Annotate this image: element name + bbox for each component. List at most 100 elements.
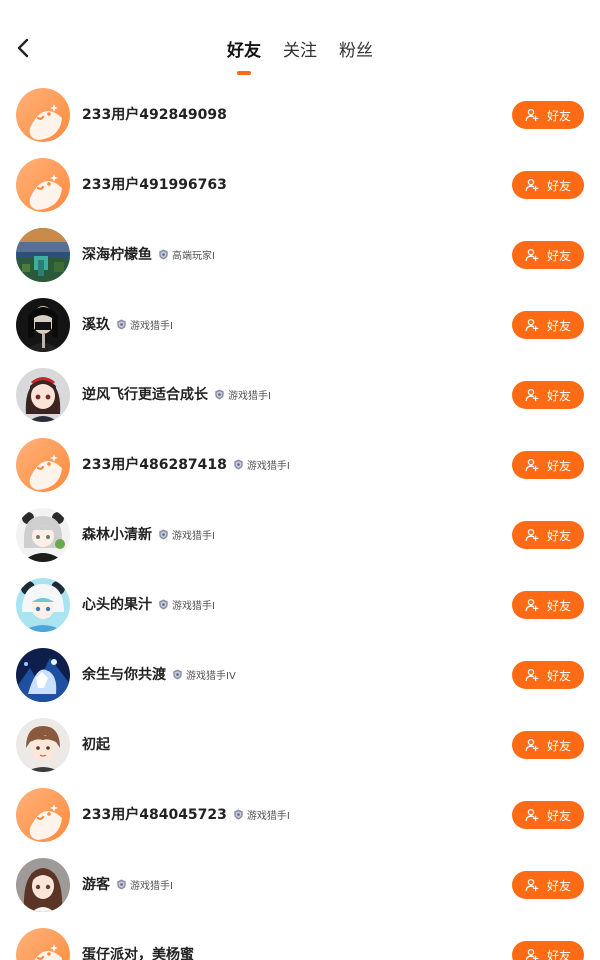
- shield-badge-icon: [233, 459, 247, 470]
- avatar[interactable]: [16, 438, 70, 492]
- friend-status-label: 好友: [546, 948, 571, 960]
- add-user-icon: [525, 458, 543, 472]
- add-user-icon: [525, 108, 543, 122]
- friend-status-button[interactable]: 好友: [512, 101, 584, 129]
- friend-info: 233用户491996763: [82, 174, 227, 194]
- tab-fans[interactable]: 粉丝: [328, 30, 384, 67]
- shield-badge-icon: [233, 809, 247, 820]
- friend-row[interactable]: 溪玖 游戏猎手I 好友: [0, 290, 600, 360]
- avatar[interactable]: [16, 298, 70, 352]
- avatar[interactable]: [16, 858, 70, 912]
- friend-status-button[interactable]: 好友: [512, 451, 584, 479]
- avatar[interactable]: [16, 228, 70, 282]
- level-badge-label: 游戏猎手I: [130, 880, 173, 892]
- add-user-icon: [525, 878, 543, 892]
- avatar[interactable]: [16, 928, 70, 960]
- avatar[interactable]: [16, 158, 70, 212]
- add-user-icon: [525, 248, 543, 262]
- friend-name: 233用户484045723: [82, 807, 227, 823]
- avatar[interactable]: [16, 508, 70, 562]
- friend-name: 游客: [82, 877, 110, 893]
- friend-name: 心头的果汁: [82, 597, 152, 613]
- friend-status-label: 好友: [546, 738, 571, 753]
- avatar[interactable]: [16, 788, 70, 842]
- avatar[interactable]: [16, 368, 70, 422]
- tab-fans-label: 粉丝: [339, 41, 373, 61]
- tab-following[interactable]: 关注: [272, 30, 328, 67]
- friend-info: 逆风飞行更适合成长 游戏猎手I: [82, 384, 271, 404]
- add-user-icon: [525, 948, 543, 960]
- add-user-icon: [525, 808, 543, 822]
- friend-name: 溪玖: [82, 317, 110, 333]
- add-user-icon: [525, 528, 543, 542]
- friend-row[interactable]: 游客 游戏猎手I 好友: [0, 850, 600, 920]
- level-badge: 游戏猎手I: [214, 387, 271, 402]
- add-user-icon: [525, 598, 543, 612]
- friend-name: 233用户491996763: [82, 177, 227, 193]
- friend-status-label: 好友: [546, 458, 571, 473]
- header: 好友 关注 粉丝: [0, 0, 600, 84]
- tab-friends[interactable]: 好友: [216, 30, 272, 75]
- friend-name: 深海柠檬鱼: [82, 247, 152, 263]
- friend-status-button[interactable]: 好友: [512, 591, 584, 619]
- friend-row[interactable]: 233用户486287418 游戏猎手I 好友: [0, 430, 600, 500]
- level-badge: 游戏猎手I: [233, 807, 290, 822]
- shield-badge-icon: [158, 249, 172, 260]
- avatar[interactable]: [16, 88, 70, 142]
- level-badge-label: 高端玩家I: [172, 250, 215, 262]
- friend-row[interactable]: 余生与你共渡 游戏猎手IV 好友: [0, 640, 600, 710]
- friend-status-label: 好友: [546, 388, 571, 403]
- avatar[interactable]: [16, 578, 70, 632]
- shield-badge-icon: [116, 319, 130, 330]
- avatar[interactable]: [16, 648, 70, 702]
- add-user-icon: [525, 318, 543, 332]
- friend-row[interactable]: 森林小清新 游戏猎手I 好友: [0, 500, 600, 570]
- friend-info: 233用户486287418 游戏猎手I: [82, 454, 290, 474]
- friend-status-button[interactable]: 好友: [512, 661, 584, 689]
- friend-status-label: 好友: [546, 178, 571, 193]
- level-badge-label: 游戏猎手I: [130, 320, 173, 332]
- friend-name: 逆风飞行更适合成长: [82, 387, 208, 403]
- add-user-icon: [525, 388, 543, 402]
- friend-row[interactable]: 233用户492849098 好友: [0, 80, 600, 150]
- friend-status-button[interactable]: 好友: [512, 241, 584, 269]
- add-user-icon: [525, 668, 543, 682]
- friend-status-button[interactable]: 好友: [512, 311, 584, 339]
- avatar[interactable]: [16, 718, 70, 772]
- friend-info: 233用户492849098: [82, 104, 227, 124]
- friend-status-button[interactable]: 好友: [512, 801, 584, 829]
- friend-row[interactable]: 233用户484045723 游戏猎手I 好友: [0, 780, 600, 850]
- friend-name: 余生与你共渡: [82, 667, 166, 683]
- friend-info: 蛋仔派对，美杨蜜: [82, 944, 194, 960]
- level-badge: 游戏猎手I: [116, 317, 173, 332]
- friend-status-label: 好友: [546, 878, 571, 893]
- friend-info: 233用户484045723 游戏猎手I: [82, 804, 290, 824]
- friend-status-label: 好友: [546, 598, 571, 613]
- tab-friends-label: 好友: [227, 41, 261, 61]
- level-badge: 游戏猎手IV: [172, 667, 236, 682]
- friend-info: 余生与你共渡 游戏猎手IV: [82, 664, 236, 684]
- friend-status-button[interactable]: 好友: [512, 171, 584, 199]
- friend-row[interactable]: 深海柠檬鱼 高端玩家I 好友: [0, 220, 600, 290]
- friend-status-button[interactable]: 好友: [512, 381, 584, 409]
- friend-info: 游客 游戏猎手I: [82, 874, 173, 894]
- friend-status-label: 好友: [546, 108, 571, 123]
- friend-row[interactable]: 蛋仔派对，美杨蜜 好友: [0, 920, 600, 960]
- active-tab-indicator: [237, 71, 251, 75]
- friend-name: 森林小清新: [82, 527, 152, 543]
- friend-row[interactable]: 逆风飞行更适合成长 游戏猎手I 好友: [0, 360, 600, 430]
- friend-row[interactable]: 233用户491996763 好友: [0, 150, 600, 220]
- friend-status-button[interactable]: 好友: [512, 871, 584, 899]
- shield-badge-icon: [158, 529, 172, 540]
- friend-status-button[interactable]: 好友: [512, 941, 584, 960]
- friend-status-button[interactable]: 好友: [512, 521, 584, 549]
- shield-badge-icon: [214, 389, 228, 400]
- friend-info: 森林小清新 游戏猎手I: [82, 524, 215, 544]
- friend-status-button[interactable]: 好友: [512, 731, 584, 759]
- friend-row[interactable]: 初起 好友: [0, 710, 600, 780]
- friend-row[interactable]: 心头的果汁 游戏猎手I 好友: [0, 570, 600, 640]
- friend-status-label: 好友: [546, 668, 571, 683]
- tab-following-label: 关注: [283, 41, 317, 61]
- level-badge: 高端玩家I: [158, 247, 215, 262]
- level-badge: 游戏猎手I: [158, 527, 215, 542]
